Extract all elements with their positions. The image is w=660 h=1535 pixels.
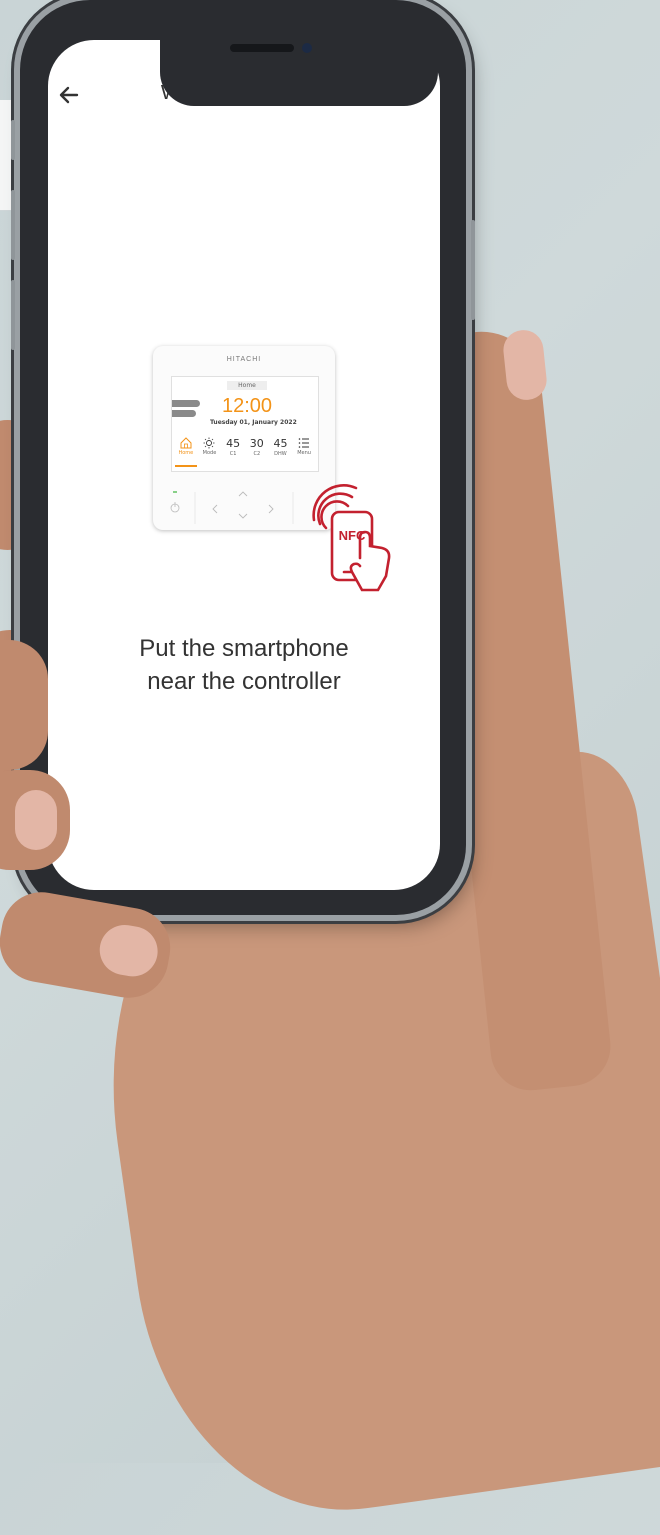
controller-item-c1: 45 C1 (222, 437, 244, 467)
hand-finger-front (0, 770, 70, 870)
controller-status-pill (172, 400, 200, 407)
controller-item-value: 45 (226, 437, 241, 450)
controller-tab-label: Home (227, 381, 267, 390)
controller-item-label: Home (178, 450, 194, 456)
phone-camera (302, 43, 312, 53)
controller-items: Home Mode 45 C1 30 C2 45 DHW Menu (174, 437, 316, 467)
arrow-left-icon (59, 86, 79, 104)
nfc-icon: NFC (312, 484, 391, 592)
controller-item-value: 30 (249, 437, 264, 450)
controller-screen: Home 12:00 Tuesday 01, January 2022 Home… (171, 376, 319, 472)
fingernail (95, 921, 162, 981)
controller-item-label: C2 (253, 451, 261, 457)
side-button (11, 190, 15, 260)
controller-item-label: Menu (297, 450, 311, 456)
controller-item-label: Mode (202, 450, 217, 456)
phone-screen: Write through NFC HITACHI Home 12:00 Tue… (48, 40, 440, 890)
controller-item-c2: 30 C2 (246, 437, 268, 467)
controller-item-menu: Menu (293, 437, 315, 467)
menu-icon (298, 438, 310, 448)
controller-brand: HITACHI (226, 356, 262, 363)
controller-item-label: C1 (229, 451, 237, 457)
controller-item-dhw: 45 DHW (269, 437, 291, 467)
instruction-text: Put the smartphone near the controller (48, 632, 440, 698)
phone-notch (160, 34, 438, 106)
controller-item-mode: Mode (198, 437, 220, 467)
back-button[interactable] (55, 82, 85, 108)
nfc-label: NFC (339, 528, 366, 543)
fingernail (15, 790, 57, 850)
controller-time: 12:00 (222, 395, 273, 417)
sun-icon (203, 437, 215, 449)
side-button (11, 280, 15, 350)
controller-status-pill (172, 410, 196, 417)
hand-finger-front (0, 640, 48, 770)
controller-date: Tuesday 01, January 2022 (210, 419, 297, 426)
controller-item-value: 45 (273, 437, 288, 450)
smartphone: Write through NFC HITACHI Home 12:00 Tue… (11, 0, 475, 915)
controller-item-home: Home (174, 437, 197, 467)
instruction-line: Put the smartphone (139, 635, 349, 662)
side-button (471, 220, 475, 320)
phone-speaker (230, 44, 294, 52)
instruction-line: near the controller (147, 668, 341, 695)
side-button (11, 120, 15, 160)
controller-item-label: DHW (274, 451, 287, 457)
home-icon (180, 437, 192, 449)
